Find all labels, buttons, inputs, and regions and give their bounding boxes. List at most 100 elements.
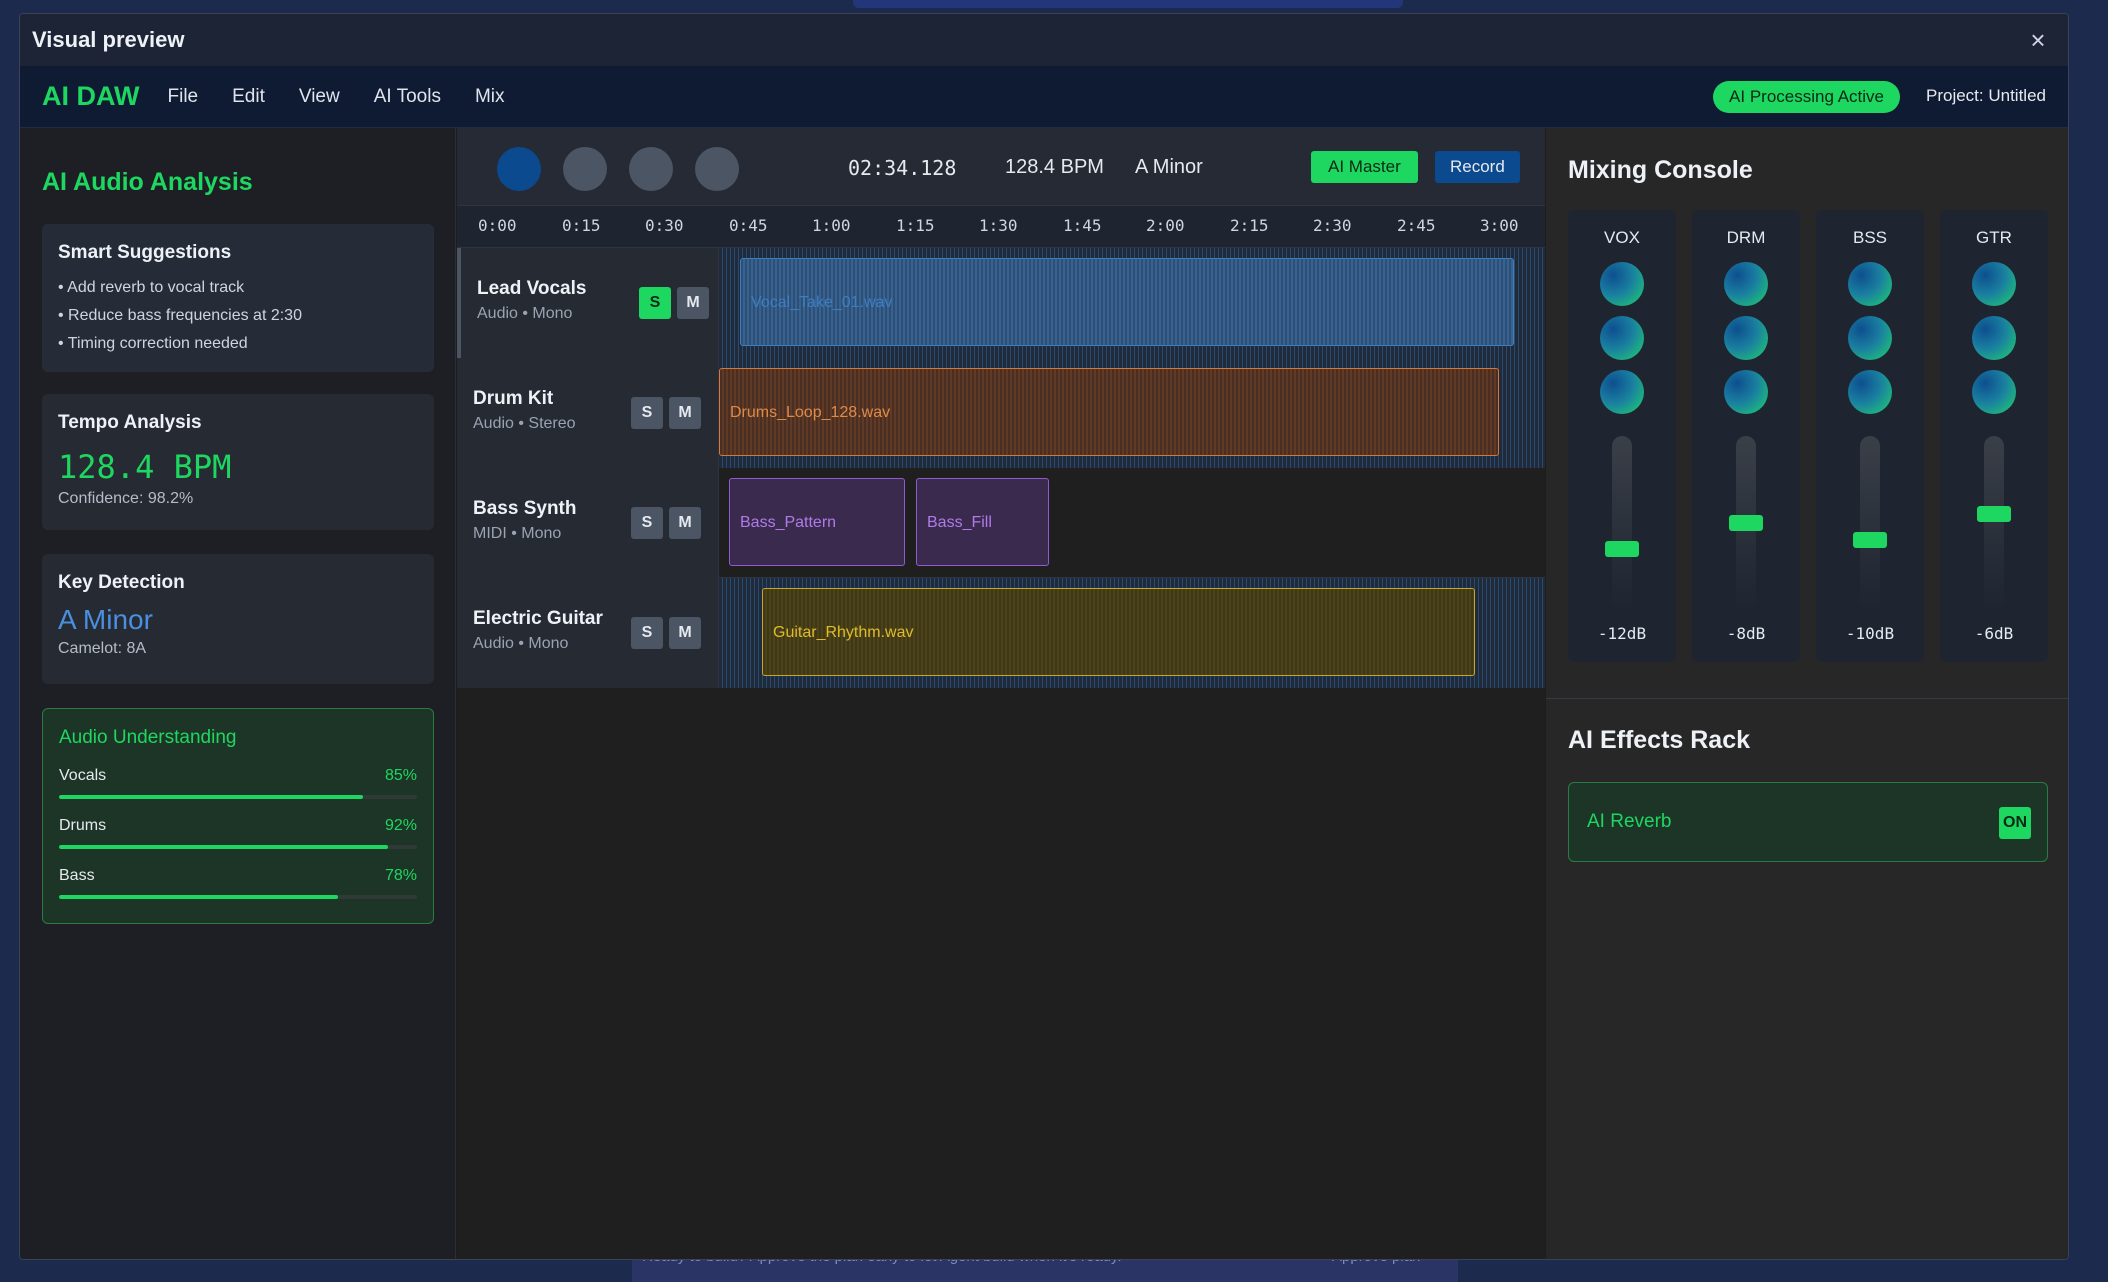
menu-ai-tools[interactable]: AI Tools [374,86,441,108]
panel-divider [1546,698,2068,699]
track-type: Audio • Stereo [473,415,576,432]
channel-label: VOX [1604,228,1640,247]
key-display: A Minor [1135,156,1203,178]
eq-knob-icon[interactable] [1600,316,1644,360]
meter-fill [59,895,339,899]
fader-handle[interactable] [1729,515,1763,531]
menu-mix[interactable]: Mix [475,86,505,108]
track-lane[interactable]: Bass_Pattern Bass_Fill [719,468,1545,578]
bpm-display: 128.4 BPM [1005,156,1104,178]
menu-edit[interactable]: Edit [232,86,265,108]
forward-icon[interactable] [695,147,739,191]
timeline-tick: 2:15 [1230,216,1269,235]
eq-knob-icon[interactable] [1848,262,1892,306]
audio-clip[interactable]: Vocal_Take_01.wav [740,258,1514,346]
mute-button[interactable]: M [677,287,709,319]
channel-strip-drm: DRM -8dB [1692,210,1800,662]
solo-button[interactable]: S [631,617,663,649]
track-header[interactable]: Lead Vocals Audio • Mono S M [457,248,719,358]
track-header[interactable]: Drum Kit Audio • Stereo S M [457,358,719,468]
rewind-icon[interactable] [629,147,673,191]
midi-clip[interactable]: Bass_Pattern [729,478,905,566]
stop-icon[interactable] [563,147,607,191]
menu-file[interactable]: File [168,86,199,108]
eq-knob-icon[interactable] [1600,370,1644,414]
fader-track[interactable] [1984,436,2004,612]
smart-suggestions-card: Smart Suggestions • Add reverb to vocal … [42,224,434,372]
suggestions-list: • Add reverb to vocal track • Reduce bas… [58,274,418,358]
background-top-strip [853,0,1403,8]
effect-ai-reverb[interactable]: AI Reverb ON [1568,782,2048,862]
audio-clip[interactable]: Guitar_Rhythm.wav [762,588,1475,676]
track-lane[interactable]: Guitar_Rhythm.wav [719,578,1545,688]
eq-knob-icon[interactable] [1972,316,2016,360]
tempo-analysis-card: Tempo Analysis 128.4 BPM Confidence: 98.… [42,394,434,530]
meter-fill [59,795,364,799]
fader-track[interactable] [1860,436,1880,612]
solo-button[interactable]: S [631,397,663,429]
track-type: Audio • Mono [473,635,569,652]
channel-strip-vox: VOX -12dB [1568,210,1676,662]
eq-knob-icon[interactable] [1600,262,1644,306]
timeline-ruler[interactable]: 0:00 0:15 0:30 0:45 1:00 1:15 1:30 1:45 … [457,206,1545,248]
track-name: Bass Synth [473,498,577,519]
eq-knob-icon[interactable] [1848,370,1892,414]
eq-knob-icon[interactable] [1848,316,1892,360]
channel-strip-gtr: GTR -6dB [1940,210,2048,662]
menu-view[interactable]: View [299,86,340,108]
tempo-value: 128.4 BPM [58,448,232,486]
suggestion-item[interactable]: • Reduce bass frequencies at 2:30 [58,302,418,330]
understanding-meter-bass: Bass 78% [59,867,417,899]
eq-knob-icon[interactable] [1724,262,1768,306]
key-title: Key Detection [58,572,185,593]
track-bass-synth[interactable]: Bass Synth MIDI • Mono S M Bass_Pattern … [457,468,1545,578]
meter-bar [59,845,417,849]
timeline-tick: 0:45 [729,216,768,235]
fader-track[interactable] [1612,436,1632,612]
meter-bar [59,795,417,799]
window-title: Visual preview [32,27,185,52]
channel-label: BSS [1852,228,1888,247]
key-detection-card: Key Detection A Minor Camelot: 8A [42,554,434,684]
mute-button[interactable]: M [669,397,701,429]
midi-clip[interactable]: Bass_Fill [916,478,1049,566]
record-button[interactable]: Record [1435,151,1520,183]
ai-master-button[interactable]: AI Master [1311,151,1418,183]
track-header[interactable]: Bass Synth MIDI • Mono S M [457,468,719,578]
suggestions-title: Smart Suggestions [58,242,232,263]
arrangement-panel: 02:34.128 128.4 BPM A Minor AI Master Re… [457,128,1545,1259]
track-electric-guitar[interactable]: Electric Guitar Audio • Mono S M Guitar_… [457,578,1545,688]
suggestion-item[interactable]: • Timing correction needed [58,330,418,358]
meter-percent: 85% [384,767,417,784]
mute-button[interactable]: M [669,507,701,539]
track-drum-kit[interactable]: Drum Kit Audio • Stereo S M Drums_Loop_1… [457,358,1545,468]
play-icon[interactable] [497,147,541,191]
track-lane[interactable]: Vocal_Take_01.wav [719,248,1545,358]
eq-knob-icon[interactable] [1972,370,2016,414]
channel-strip-bss: BSS -10dB [1816,210,1924,662]
timeline-tick: 2:00 [1146,216,1185,235]
meter-label: Drums [59,817,107,834]
solo-button[interactable]: S [639,287,671,319]
fader-handle[interactable] [1605,541,1639,557]
fader-handle[interactable] [1853,532,1887,548]
track-lane[interactable]: Drums_Loop_128.wav [719,358,1545,468]
understanding-meter-vocals: Vocals 85% [59,767,417,799]
fader-handle[interactable] [1977,506,2011,522]
effects-title: AI Effects Rack [1568,726,1751,754]
effect-toggle[interactable]: ON [1999,807,2031,839]
track-header[interactable]: Electric Guitar Audio • Mono S M [457,578,719,688]
solo-button[interactable]: S [631,507,663,539]
eq-knob-icon[interactable] [1724,316,1768,360]
transport-bar: 02:34.128 128.4 BPM A Minor AI Master Re… [457,128,1545,206]
audio-clip[interactable]: Drums_Loop_128.wav [719,368,1499,456]
timeline-tick: 0:30 [645,216,684,235]
channel-db: -8dB [1726,624,1766,643]
track-lead-vocals[interactable]: Lead Vocals Audio • Mono S M Vocal_Take_… [457,248,1545,358]
eq-knob-icon[interactable] [1972,262,2016,306]
mute-button[interactable]: M [669,617,701,649]
eq-knob-icon[interactable] [1724,370,1768,414]
track-name: Electric Guitar [473,608,603,629]
suggestion-item[interactable]: • Add reverb to vocal track [58,274,418,302]
close-icon[interactable]: × [2024,26,2052,54]
